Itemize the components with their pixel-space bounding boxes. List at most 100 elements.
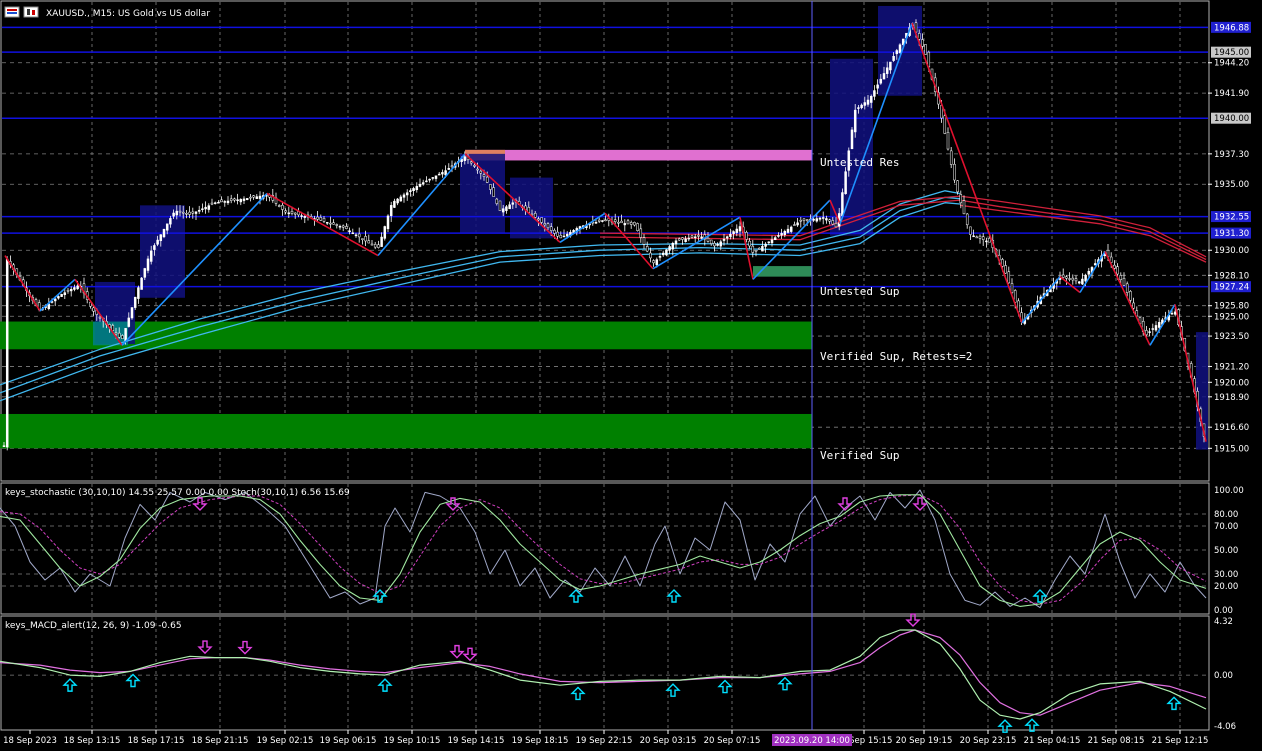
time-tick-label: 21 Sep 04:15 — [1024, 736, 1081, 746]
stoch-tick-label: 20.00 — [1214, 582, 1238, 592]
candle-body — [985, 240, 988, 243]
candle-body — [191, 211, 195, 214]
candle-body — [684, 238, 687, 242]
candle-body — [389, 205, 393, 216]
candle-body — [137, 287, 140, 299]
chart-type-icon[interactable] — [23, 6, 39, 18]
candle-body — [780, 233, 783, 236]
candle-body — [693, 236, 697, 238]
candle-body — [828, 219, 831, 222]
candle-body — [639, 228, 643, 238]
candle-body — [969, 226, 972, 235]
candle-body — [687, 237, 691, 240]
candle-body — [252, 195, 255, 198]
candle-body — [732, 231, 735, 234]
candle-body — [143, 268, 147, 278]
candle-body — [57, 296, 60, 299]
chart-menu-icon-bar2 — [7, 12, 17, 14]
candle-body — [553, 230, 556, 234]
candle-body — [153, 245, 156, 250]
chart-type-icon-bar — [27, 9, 30, 15]
candle-body — [281, 204, 284, 210]
candle-body — [885, 67, 889, 74]
candle-body — [242, 198, 246, 201]
swing-box — [460, 153, 505, 234]
candle-body — [66, 289, 70, 292]
candle-body — [258, 195, 262, 199]
candle-body — [677, 238, 681, 241]
price-tick-label: 1925.00 — [1214, 312, 1249, 322]
candle-body — [636, 223, 639, 231]
candle-body — [418, 183, 422, 187]
candle-body — [857, 107, 860, 109]
candle-body — [511, 202, 515, 205]
candle-body — [722, 238, 726, 241]
candle-body — [1084, 274, 1087, 282]
stoch-tick-label: 0.00 — [1214, 606, 1233, 616]
stoch-tick-label: 30.00 — [1214, 570, 1238, 580]
candle-body — [917, 33, 921, 40]
chart-title: XAUUSD., M15: US Gold vs US dollar — [46, 9, 210, 19]
candle-body — [601, 220, 604, 222]
candle-body — [117, 332, 121, 338]
candle-body — [895, 50, 899, 55]
candle-body — [796, 222, 799, 226]
candle-body — [92, 307, 95, 312]
candle-body — [316, 216, 319, 220]
chart-background — [0, 0, 1262, 751]
candle-body — [1010, 283, 1014, 293]
candle-body — [437, 173, 441, 176]
candle-body — [354, 234, 358, 237]
time-tick-label: 20 Sep 07:15 — [704, 736, 761, 746]
candle-body — [197, 209, 201, 212]
candle-body — [300, 215, 303, 217]
candle-body — [341, 225, 345, 228]
candle-body — [655, 259, 659, 266]
candle-body — [889, 61, 892, 71]
candle-body — [812, 218, 815, 221]
candle-body — [825, 218, 828, 221]
candle-body — [399, 196, 403, 202]
price-tick-label: 1920.00 — [1214, 378, 1249, 388]
price-tick-label: 1915.00 — [1214, 444, 1249, 454]
candle-body — [802, 218, 806, 221]
stoch-tick-label: 80.00 — [1214, 510, 1238, 520]
time-tick-label: 20 Sep 19:15 — [896, 736, 953, 746]
candle-body — [223, 201, 227, 203]
candle-body — [421, 182, 425, 185]
price-label-text: 1932.55 — [1214, 213, 1249, 223]
candle-body — [665, 249, 668, 256]
trading-chart[interactable]: Untested Res Untested Sup Verified Sup, … — [0, 0, 1262, 751]
candle-body — [1129, 291, 1132, 301]
candle-body — [169, 218, 172, 225]
candle-body — [508, 204, 511, 210]
untested-res-label: Untested Res — [820, 156, 899, 169]
candle-body — [162, 228, 166, 238]
candle-body — [236, 199, 239, 201]
candle-body — [965, 213, 969, 226]
candle-body — [850, 129, 854, 150]
candle-body — [1132, 302, 1135, 309]
candle-body — [364, 236, 367, 242]
candle-body — [949, 150, 953, 165]
candle-body — [729, 233, 732, 237]
price-tick-label: 1944.20 — [1214, 59, 1249, 69]
candle-body — [249, 196, 252, 199]
candle-body — [1122, 278, 1126, 286]
candle-body — [338, 226, 342, 228]
time-tick-label: 19 Sep 22:15 — [576, 736, 633, 746]
candle-body — [194, 211, 198, 214]
candle-body — [1065, 276, 1068, 279]
price-label-text: 1927.24 — [1214, 283, 1249, 293]
candle-body — [277, 205, 281, 207]
zone-untested-sup — [753, 266, 812, 277]
price-tick-label: 1916.60 — [1214, 423, 1249, 433]
stoch-tick-label: 70.00 — [1214, 522, 1238, 532]
candle-body — [357, 233, 361, 238]
candle-body — [671, 242, 675, 250]
verified-sup-label: Verified Sup — [820, 449, 899, 462]
time-tick-label: 19 Sep 10:15 — [384, 736, 441, 746]
candle-body — [405, 192, 409, 196]
candle-body — [844, 171, 847, 195]
candle-body — [757, 248, 761, 250]
